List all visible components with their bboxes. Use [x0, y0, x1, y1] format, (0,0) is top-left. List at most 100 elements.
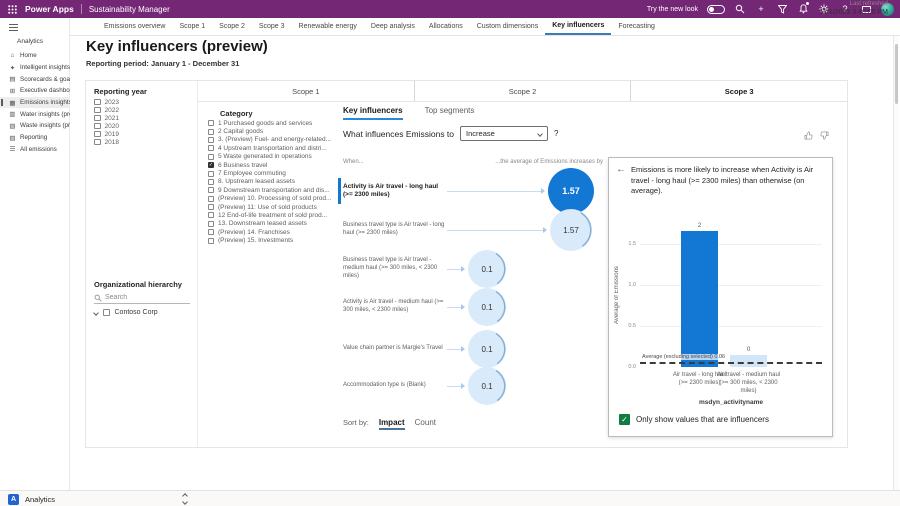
tab-allocations[interactable]: Allocations — [422, 18, 470, 35]
tree-chevron-icon[interactable] — [93, 310, 99, 316]
org-tree-row[interactable]: Contoso Corp — [94, 309, 158, 316]
scope-tab-scope-2[interactable]: Scope 2 — [414, 81, 631, 101]
category-option-9-downstream-transportation-an[interactable]: 9 Downstream transportation and dis... — [208, 186, 338, 194]
influencer-value-bubble[interactable]: 1.57 — [548, 168, 594, 214]
influencer-value-bubble[interactable]: 0.1 — [468, 288, 506, 326]
category-option-preview-15-investments[interactable]: (Preview) 15. Investments — [208, 236, 338, 244]
category-option-preview-11-use-of-sold-product[interactable]: (Preview) 11: Use of sold products — [208, 203, 338, 211]
sidebar-item-home[interactable]: ⌂Home — [0, 50, 70, 62]
year-option-2021[interactable]: 2021 — [94, 114, 119, 122]
year-option-2019[interactable]: 2019 — [94, 130, 119, 138]
back-arrow-icon[interactable]: ← — [616, 164, 626, 175]
sort-option-count[interactable]: Count — [415, 418, 436, 430]
influencer-value-bubble[interactable]: 0.1 — [468, 367, 506, 405]
nav-collapse-icon[interactable] — [9, 24, 18, 33]
chart-bar[interactable] — [730, 355, 767, 367]
sort-option-impact[interactable]: Impact — [379, 418, 405, 430]
influencer-text[interactable]: Business travel type is Air travel - med… — [343, 256, 445, 282]
org-root-checkbox[interactable] — [103, 309, 110, 316]
help-question-mark[interactable]: ? — [554, 129, 558, 138]
year-checkbox[interactable] — [94, 123, 101, 130]
sidebar-item-executive-dashboard[interactable]: ⊞Executive dashboard — [0, 85, 70, 97]
year-checkbox[interactable] — [94, 115, 101, 122]
filter-icon[interactable] — [776, 3, 788, 15]
org-search-input[interactable] — [105, 294, 180, 301]
category-checkbox[interactable] — [208, 120, 214, 126]
category-option-4-upstream-transportation-and-[interactable]: 4 Upstream transportation and distri... — [208, 144, 338, 152]
category-option-1-purchased-goods-and-services[interactable]: 1 Purchased goods and services — [208, 119, 338, 127]
tab-forecasting[interactable]: Forecasting — [611, 18, 662, 35]
category-checkbox[interactable] — [208, 187, 214, 193]
category-checkbox[interactable] — [208, 145, 214, 151]
category-checkbox[interactable] — [208, 196, 214, 202]
tab-renewable-energy[interactable]: Renewable energy — [292, 18, 364, 35]
year-checkbox[interactable] — [94, 99, 101, 106]
category-option-3-preview-fuel-and-energy-rela[interactable]: 3. (Preview) Fuel- and energy-related... — [208, 136, 338, 144]
thumbs-up-icon[interactable] — [804, 131, 813, 140]
tab-deep-analysis[interactable]: Deep analysis — [364, 18, 422, 35]
category-option-13-downstream-leased-assets[interactable]: 13. Downstream leased assets — [208, 220, 338, 228]
year-option-2018[interactable]: 2018 — [94, 138, 119, 146]
tab-key-influencers[interactable]: Key influencers — [545, 18, 611, 35]
influencer-text[interactable]: Business travel type is Air travel - lon… — [343, 217, 445, 243]
category-option-preview-10-processing-of-sold-[interactable]: (Preview) 10. Processing of sold prod... — [208, 195, 338, 203]
year-checkbox[interactable] — [94, 131, 101, 138]
influencer-value-bubble[interactable]: 0.1 — [468, 250, 506, 288]
sidebar-item-intelligent-insights-p[interactable]: ✦Intelligent insights (p... — [0, 62, 70, 74]
scrollbar-thumb[interactable] — [895, 44, 898, 104]
influencer-text[interactable]: Value chain partner is Margie's Travel — [343, 336, 445, 362]
influencer-value-bubble[interactable]: 0.1 — [468, 330, 506, 368]
tab-scope-2[interactable]: Scope 2 — [212, 18, 252, 35]
waffle-icon[interactable] — [6, 3, 18, 15]
category-checkbox[interactable] — [208, 221, 214, 227]
category-option-6-business-travel[interactable]: ✓6 Business travel — [208, 161, 338, 169]
tab-emissions-overview[interactable]: Emissions overview — [97, 18, 172, 35]
environment-switcher-icon[interactable] — [183, 494, 187, 504]
visual-tab-top-segments[interactable]: Top segments — [425, 106, 475, 120]
category-checkbox[interactable] — [208, 154, 214, 160]
chart-bar[interactable] — [681, 231, 718, 367]
new-look-toggle[interactable] — [707, 5, 725, 14]
influencer-text[interactable]: Activity is Air travel - medium haul (>=… — [343, 294, 445, 320]
category-checkbox[interactable] — [208, 179, 214, 185]
year-option-2022[interactable]: 2022 — [94, 106, 119, 114]
add-icon[interactable]: + — [755, 3, 767, 15]
category-option-12-end-of-life-treatment-of-so[interactable]: 12 End-of-life treatment of sold prod... — [208, 211, 338, 219]
category-checkbox[interactable] — [208, 229, 214, 235]
influencer-text[interactable]: Accommodation type is (Blank) — [343, 373, 445, 399]
app-name[interactable]: Power Apps — [25, 4, 74, 14]
category-option-5-waste-generated-in-operation[interactable]: 5 Waste generated in operations — [208, 153, 338, 161]
sidebar-item-reporting[interactable]: ▧Reporting — [0, 132, 70, 144]
sidebar-item-scorecards-goals[interactable]: ▤Scorecards & goals — [0, 73, 70, 85]
metric-direction-dropdown[interactable]: Increase — [460, 126, 548, 141]
category-checkbox[interactable] — [208, 171, 214, 177]
category-checkbox[interactable] — [208, 238, 214, 244]
influencer-text[interactable]: Activity is Air travel - long haul (>= 2… — [343, 178, 445, 204]
influencer-value-bubble[interactable]: 1.57 — [550, 209, 592, 251]
environment-icon[interactable]: A — [8, 494, 19, 505]
year-option-2023[interactable]: 2023 — [94, 98, 119, 106]
year-checkbox[interactable] — [94, 139, 101, 146]
category-checkbox[interactable]: ✓ — [208, 162, 214, 168]
thumbs-down-icon[interactable] — [820, 131, 829, 140]
sidebar-item-water-insights-previ[interactable]: ▥Water insights (previ... — [0, 108, 70, 120]
sidebar-item-all-emissions[interactable]: ☰All emissions — [0, 144, 70, 156]
year-option-2020[interactable]: 2020 — [94, 122, 119, 130]
category-option-2-capital-goods[interactable]: 2 Capital goods — [208, 127, 338, 135]
scope-tab-scope-1[interactable]: Scope 1 — [198, 81, 414, 101]
tab-scope-1[interactable]: Scope 1 — [172, 18, 212, 35]
category-checkbox[interactable] — [208, 137, 214, 143]
category-checkbox[interactable] — [208, 212, 214, 218]
sidebar-item-waste-insights-previ[interactable]: ▨Waste insights (previ... — [0, 120, 70, 132]
tab-custom-dimensions[interactable]: Custom dimensions — [470, 18, 545, 35]
search-icon[interactable] — [734, 3, 746, 15]
category-option-8-upstream-leased-assets[interactable]: 8. Upstream leased assets — [208, 178, 338, 186]
scope-tab-scope-3[interactable]: Scope 3 — [630, 81, 847, 101]
vertical-scrollbar[interactable] — [893, 36, 899, 490]
sidebar-item-emissions-insights[interactable]: ▦Emissions insights — [0, 97, 70, 109]
category-option-7-employee-commuting[interactable]: 7 Employee commuting — [208, 169, 338, 177]
year-checkbox[interactable] — [94, 107, 101, 114]
category-checkbox[interactable] — [208, 129, 214, 135]
only-influencers-checkbox[interactable]: ✓ Only show values that are influencers — [619, 414, 769, 425]
category-option-preview-14-franchises[interactable]: (Preview) 14. Franchises — [208, 228, 338, 236]
